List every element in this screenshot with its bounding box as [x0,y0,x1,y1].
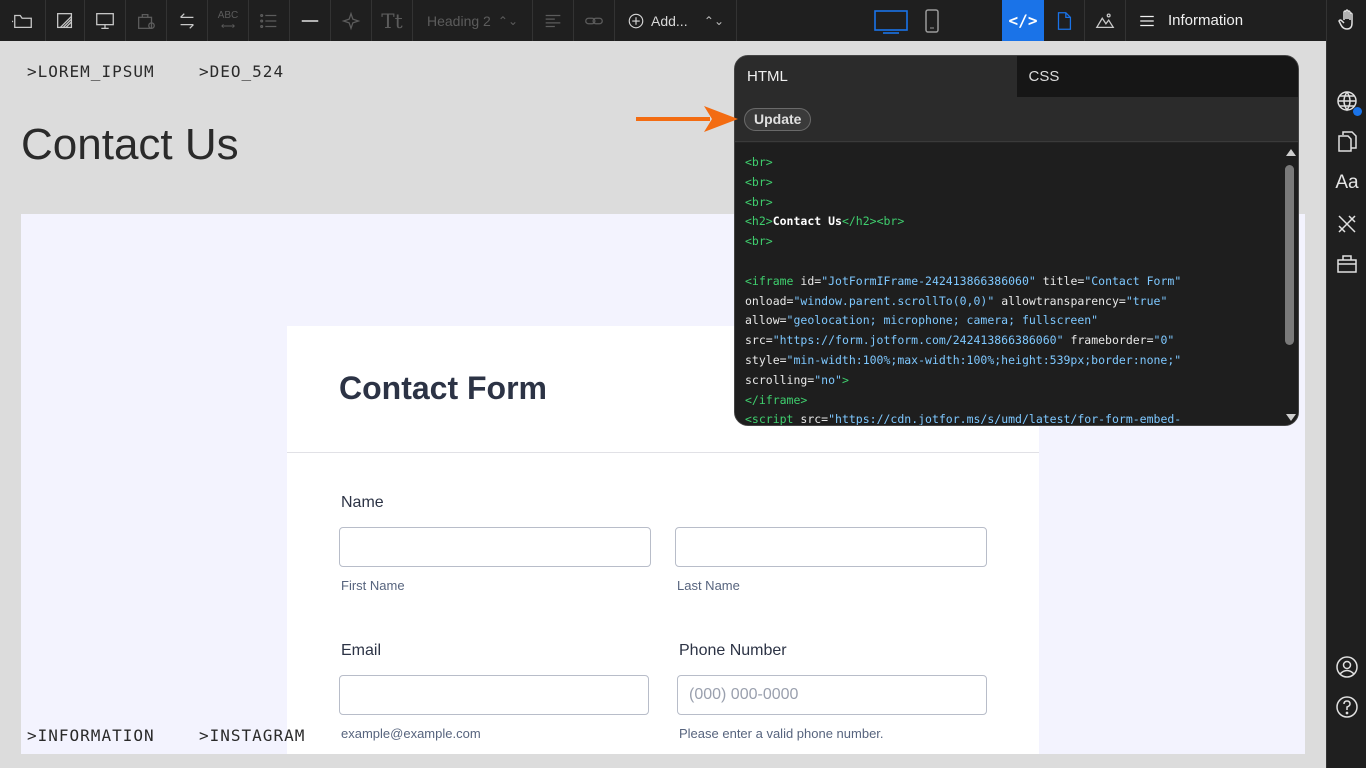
nav-link-deo[interactable]: >DEO_524 [199,62,284,81]
hamburger-icon [1140,15,1154,26]
email-input[interactable] [339,675,649,715]
sparkle-icon[interactable] [331,0,372,41]
orange-pointer-arrow-icon [636,106,738,132]
align-left-icon[interactable] [533,0,574,41]
right-sidebar: Aa [1326,0,1366,768]
first-name-input[interactable] [339,527,651,567]
swap-arrows-icon[interactable] [167,0,208,41]
image-frame-icon[interactable] [46,0,85,41]
last-name-input[interactable] [675,527,987,567]
nav-link-instagram[interactable]: >INSTAGRAM [199,726,305,745]
code-brackets-icon: </> [1008,11,1038,30]
code-editor-panel: HTML CSS Update <br> <br> <br> <h2>Conta… [734,55,1299,426]
double-arrow-icon: ⟷ [220,20,236,32]
updown-chevron-icon: ⌃⌄ [703,13,724,28]
scrollbar-thumb[interactable] [1285,165,1294,345]
chevron-right-icon: > [199,62,210,81]
code-editor-toggle[interactable]: </> [1002,0,1044,41]
bag-add-icon[interactable] [126,0,167,41]
chevron-right-icon: > [27,726,38,745]
horizontal-rule-icon[interactable] [290,0,331,41]
image-landscape-icon[interactable] [1085,0,1126,41]
spellcheck-label: ABC [217,9,239,21]
code-action-bar: Update [735,97,1298,142]
list-icon[interactable] [249,0,290,41]
account-icon[interactable] [1334,654,1360,680]
first-name-sublabel: First Name [341,578,405,593]
tab-css[interactable]: CSS [1016,56,1298,97]
information-label: Information [1168,12,1244,29]
scroll-down-arrow-icon[interactable] [1286,414,1296,421]
nav-link-label: DEO_524 [209,62,285,81]
folder-icon[interactable] [0,0,46,41]
page-title: Contact Us [21,120,239,169]
hand-pointer-icon[interactable] [1334,7,1360,33]
heading-style-value: Heading 2 [427,12,491,29]
code-tabs: HTML CSS [735,56,1298,97]
nav-link-label: INSTAGRAM [209,726,306,745]
information-menu-button[interactable]: Information [1126,0,1326,41]
text-size-icon[interactable]: Tt [372,0,413,41]
email-label: Email [341,642,382,659]
tab-html[interactable]: HTML [735,56,1017,97]
globe-icon[interactable] [1334,88,1362,116]
scroll-up-arrow-icon[interactable] [1286,149,1296,156]
link-icon[interactable] [574,0,615,41]
shop-bag-icon[interactable] [1334,250,1360,276]
chevron-right-icon: > [27,62,38,81]
monitor-icon[interactable] [85,0,126,41]
nav-link-label: LOREM_IPSUM [37,62,155,81]
font-settings-icon[interactable]: Aa [1334,170,1360,196]
updown-chevron-icon: ⌃⌄ [497,13,518,28]
name-label: Name [341,494,384,511]
code-scrollbar[interactable] [1282,143,1298,425]
nav-link-lorem-ipsum[interactable]: >LOREM_IPSUM [27,62,155,81]
html-code-textarea[interactable]: <br> <br> <br> <h2>Contact Us</h2><br> <… [735,143,1283,425]
update-button[interactable]: Update [744,107,812,131]
mobile-view-icon[interactable] [911,0,952,41]
add-element-button[interactable]: Add... ⌃⌄ [615,0,737,41]
chevron-right-icon: > [199,726,210,745]
phone-input[interactable]: (000) 000-0000 [677,675,987,715]
add-element-label: Add... [651,12,688,29]
phone-placeholder: (000) 000-0000 [689,686,799,703]
page-file-icon[interactable] [1044,0,1085,41]
design-tools-icon[interactable] [1334,211,1360,237]
phone-sublabel: Please enter a valid phone number. [679,726,884,741]
heading-style-select[interactable]: Heading 2 ⌃⌄ [413,0,533,41]
nav-link-label: INFORMATION [37,726,155,745]
notification-dot [1353,107,1362,116]
phone-label: Phone Number [679,642,787,659]
top-toolbar: ABC ⟷ Tt Heading 2 ⌃⌄ Add... ⌃⌄ </> Info… [0,0,1326,41]
help-icon[interactable] [1334,694,1360,720]
email-sublabel: example@example.com [341,726,481,741]
pages-copy-icon[interactable] [1334,128,1360,154]
font-settings-label: Aa [1335,172,1359,193]
plus-circle-icon [628,13,644,28]
spellcheck-icon[interactable]: ABC ⟷ [208,0,249,41]
desktop-view-icon[interactable] [870,0,911,41]
last-name-sublabel: Last Name [677,578,740,593]
nav-link-information[interactable]: >INFORMATION [27,726,155,745]
